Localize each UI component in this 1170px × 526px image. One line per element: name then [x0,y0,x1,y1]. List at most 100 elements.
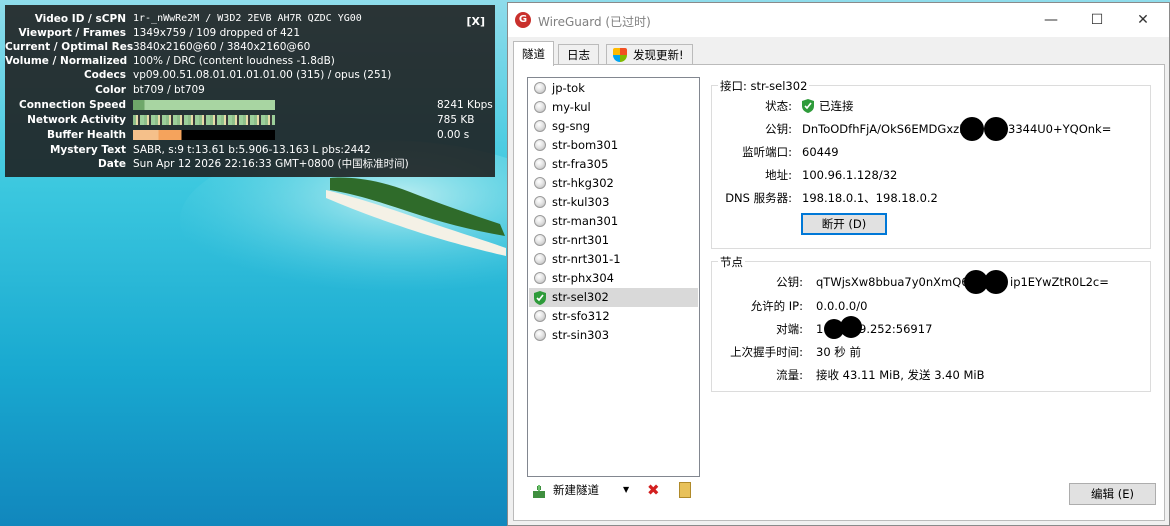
pubkey-tail: 3344U0+YQOnk= [1008,122,1112,136]
tunnel-item[interactable]: str-phx304 [529,269,698,288]
tunnel-name: str-hkg302 [552,176,614,190]
inactive-circle-icon [534,196,546,208]
tunnel-name: str-fra305 [552,157,609,171]
transfer-label: 流量: [776,368,803,382]
endpoint-label: 对端: [776,322,803,336]
window-title: WireGuard (已过时) [538,15,651,29]
endpoint-row: 对端: 1 9.252:56917 [712,316,1142,339]
connection-speed-graph [133,100,275,110]
tunnel-item[interactable]: jp-tok [529,79,698,98]
port-value: 60449 [802,145,839,159]
tunnel-item[interactable]: str-nrt301-1 [529,250,698,269]
stat-value: 1349x759 / 109 dropped of 421 [133,27,301,39]
peer-pubkey-value: qTWjsXw8bbua7y0nXmQ6t [816,275,974,289]
stat-row-network: Network Activity 785 KB [5,113,495,127]
edit-button[interactable]: 编辑 (E) [1069,483,1156,505]
inactive-circle-icon [534,253,546,265]
stat-value: 0.00 s [437,129,470,141]
status-label: 状态: [765,99,792,113]
tunnel-item[interactable]: sg-sng [529,117,698,136]
peer-title: 节点 [718,254,745,270]
allowed-ips-value: 0.0.0.0/0 [816,299,868,313]
transfer-value: 接收 43.11 MiB, 发送 3.40 MiB [816,368,985,382]
tunnel-name: str-nrt301 [552,233,610,247]
redaction-mark [960,117,984,141]
close-stats-button[interactable]: [X] [466,15,485,28]
tunnel-name: str-nrt301-1 [552,252,621,266]
address-row: 地址: 100.96.1.128/32 [712,165,1142,185]
tunnel-name: str-sfo312 [552,309,610,323]
tunnel-name: str-kul303 [552,195,610,209]
stat-label: Viewport / Frames [18,27,126,39]
peer-pubkey-row: 公钥: qTWjsXw8bbua7y0nXmQ6t ip1EYwZtR0L2c= [712,270,1142,294]
endpoint-value: 1 [816,322,824,336]
tunnel-item[interactable]: str-bom301 [529,136,698,155]
dns-value: 198.18.0.1、198.18.0.2 [802,191,938,205]
tunnel-item[interactable]: str-sel302 [529,288,698,307]
port-label: 监听端口: [742,145,792,159]
peer-pubkey-label: 公钥: [776,275,803,289]
inactive-circle-icon [534,139,546,151]
address-value: 100.96.1.128/32 [802,168,898,182]
tunnel-item[interactable]: str-fra305 [529,155,698,174]
stat-value: 8241 Kbps [437,99,493,111]
dns-label: DNS 服务器: [725,191,792,205]
tunnel-item[interactable]: str-kul303 [529,193,698,212]
tunnel-list[interactable]: jp-tok my-kul sg-sng str-bom301 str-fra305 st… [527,77,700,477]
stat-label: Video ID / sCPN [34,13,126,25]
wireguard-icon: G [515,12,531,28]
tab-log[interactable]: 日志 [558,44,599,65]
tunnel-name: str-sel302 [552,290,609,304]
tunnel-item[interactable]: str-man301 [529,212,698,231]
tunnel-item[interactable]: my-kul [529,98,698,117]
stat-label: Date [98,158,126,170]
tab-update[interactable]: 发现更新! [606,44,693,65]
interface-title: 接口: str-sel302 [718,78,810,94]
stat-value: 785 KB [437,114,475,126]
allowed-ips-row: 允许的 IP: 0.0.0.0/0 [712,296,1142,316]
inactive-circle-icon [534,329,546,341]
disconnect-button[interactable]: 断开 (D) [801,213,887,235]
port-row: 监听端口: 60449 [712,142,1142,162]
maximize-button[interactable]: ☐ [1082,9,1112,31]
handshake-row: 上次握手时间: 30 秒 前 [712,342,1142,362]
stat-value: Sun Apr 12 2026 22:16:33 GMT+0800 (中国标准时… [133,158,409,170]
tunnel-name: str-man301 [552,214,619,228]
dns-row: DNS 服务器: 198.18.0.1、198.18.0.2 [712,188,1142,208]
tunnels-panel: jp-tok my-kul sg-sng str-bom301 str-fra305 st… [513,64,1165,521]
inactive-circle-icon [534,177,546,189]
stat-label: Mystery Text [49,144,126,156]
tab-tunnels[interactable]: 隧道 [513,41,554,66]
wireguard-window: G WireGuard (已过时) — ☐ ✕ 隧道 日志 发现更新! jp-t… [507,2,1170,526]
delete-tunnel-button[interactable]: ✖ [647,478,660,502]
stat-label: Connection Speed [18,99,126,111]
address-label: 地址: [765,168,792,182]
new-tunnel-dropdown[interactable]: ▼ [623,478,629,502]
tunnel-item[interactable]: str-nrt301 [529,231,698,250]
stats-for-nerds-panel: [X] Video ID / sCPN 1r-_nWwRe2M / W3D2 2… [5,5,495,177]
stat-label: Volume / Normalized [5,55,128,67]
stat-value: bt709 / bt709 [133,84,205,96]
stat-row-buffer: Buffer Health 0.00 s [5,128,495,142]
stat-label: Current / Optimal Res [5,41,134,53]
title-bar[interactable]: G WireGuard (已过时) — ☐ ✕ [508,3,1169,37]
status-row: 状态: 已连接 [712,96,1142,116]
inactive-circle-icon [534,215,546,227]
peer-group: 节点 公钥: qTWjsXw8bbua7y0nXmQ6t ip1EYwZtR0L… [711,254,1151,392]
peer-pubkey-tail: ip1EYwZtR0L2c= [1010,275,1109,289]
stat-value: 3840x2160@60 / 3840x2160@60 [133,41,311,53]
inactive-circle-icon [534,234,546,246]
stat-label: Buffer Health [46,129,126,141]
tunnel-name: str-bom301 [552,138,619,152]
tunnel-name: jp-tok [552,81,585,95]
tunnel-item[interactable]: str-sfo312 [529,307,698,326]
redaction-mark [984,270,1008,294]
handshake-value: 30 秒 前 [816,345,861,359]
tunnel-item[interactable]: str-hkg302 [529,174,698,193]
tunnel-item[interactable]: str-sin303 [529,326,698,345]
new-tunnel-label: 新建隧道 [553,483,599,497]
pubkey-value: DnToODfhFjA/OkS6EMDGxzN [802,122,968,136]
close-button[interactable]: ✕ [1128,9,1158,31]
transfer-row: 流量: 接收 43.11 MiB, 发送 3.40 MiB [712,365,1142,385]
minimize-button[interactable]: — [1036,9,1066,31]
